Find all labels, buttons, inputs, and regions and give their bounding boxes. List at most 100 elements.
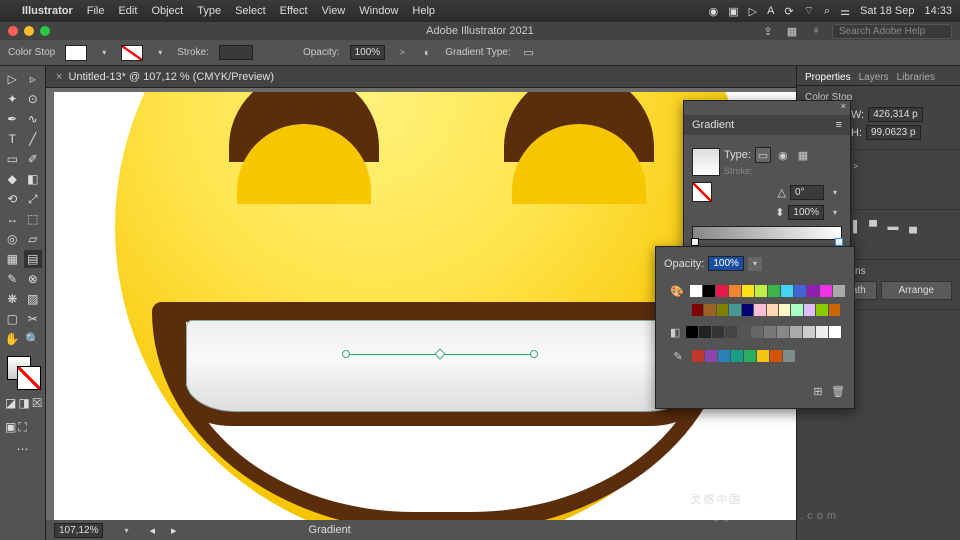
edit-toolbar-button[interactable]: ⋯ [3,440,42,458]
draw-normal-icon[interactable]: ▣ [5,418,16,436]
menu-effect[interactable]: Effect [280,5,308,17]
direct-selection-tool[interactable]: ▹ [24,70,43,88]
stroke-dropdown[interactable]: ▾ [153,46,167,60]
gradient-panel[interactable]: × Gradient≡ Type: ▭ ◉ ▦ Stroke: △ 0°▾ ⬍ … [683,100,851,253]
angle-input[interactable]: 0° [790,185,824,200]
shape-builder-tool[interactable]: ◎ [3,230,22,248]
swatch-opacity-input[interactable]: 100% [708,256,744,271]
opacity-dropdown[interactable]: > [395,46,409,60]
close-tab-icon[interactable]: × [56,71,62,83]
w-value[interactable]: 426,314 p [868,107,923,122]
tab-libraries[interactable]: Libraries [897,72,935,83]
mesh-tool[interactable]: ▦ [3,250,22,268]
zoom-window-button[interactable] [40,26,50,36]
sync-icon[interactable]: ⟳ [784,5,793,18]
line-tool[interactable]: ╱ [24,130,43,148]
curvature-tool[interactable]: ∿ [24,110,43,128]
panel-menu-icon[interactable]: ≡ [836,119,842,131]
screen-icon[interactable]: ▣ [728,5,738,18]
rotate-tool[interactable]: ⟲ [3,190,22,208]
freeform-type-icon[interactable]: ▦ [795,147,811,163]
shaper-tool[interactable]: ◆ [3,170,22,188]
share-icon[interactable]: ⇪ [760,23,776,39]
gradient-preview-swatch[interactable] [692,148,720,176]
record-icon[interactable]: ◉ [709,5,719,18]
fill-stroke-control[interactable] [3,354,42,390]
width-tool[interactable]: ↔ [3,210,22,228]
type-tool[interactable]: T [3,130,22,148]
linear-type-icon[interactable]: ▭ [755,147,771,163]
menu-edit[interactable]: Edit [118,5,137,17]
eraser-tool[interactable]: ◧ [24,170,43,188]
opacity-input[interactable]: 100% [350,45,386,60]
help-search-input[interactable]: Search Adobe Help [832,24,952,39]
app-name[interactable]: Illustrator [22,5,73,17]
align-top-icon[interactable]: ▀ [865,219,881,235]
color-palette-icon[interactable]: 🎨 [670,283,684,299]
menu-type[interactable]: Type [197,5,221,17]
screen-mode-icon[interactable]: ⛶ [18,418,26,436]
swatch-opacity-dropdown[interactable]: ▾ [748,257,762,271]
artboard-tool[interactable]: ▢ [3,310,22,328]
control-center-icon[interactable]: ⚌ [840,5,850,18]
gradient-tool[interactable]: ▤ [24,250,43,268]
gradient-slider[interactable] [692,226,842,240]
emoji-teeth-selected[interactable] [186,320,696,412]
slice-tool[interactable]: ✂ [24,310,43,328]
close-panel-icon[interactable]: × [841,101,846,115]
align-vcenter-icon[interactable]: ▬ [885,219,901,235]
stroke-weight-input[interactable] [219,45,253,60]
eyedropper-tool[interactable]: ✎ [3,270,22,288]
gradient-mode-icon[interactable]: ◨ [18,394,29,412]
pen-tool[interactable]: ✒ [3,110,22,128]
stroke-swatch[interactable] [121,45,143,61]
menubar-date[interactable]: Sat 18 Sep [860,5,914,17]
arrange-docs-icon[interactable]: ▦ [784,23,800,39]
document-tab[interactable]: × Untitled-13* @ 107,12 % (CMYK/Preview) [46,66,796,88]
play-icon[interactable]: ▷ [749,5,757,18]
stroke-color-box[interactable] [17,366,41,390]
tab-properties[interactable]: Properties [805,72,851,83]
zoom-dropdown[interactable]: ▾ [119,523,133,537]
delete-swatch-icon[interactable]: 🗑 [830,383,846,399]
radial-type-icon[interactable]: ◉ [775,147,791,163]
fill-swatch[interactable] [65,45,87,61]
linear-gradient-icon[interactable]: ▭ [521,45,537,61]
tab-layers[interactable]: Layers [859,72,889,83]
fill-dropdown[interactable]: ▾ [97,46,111,60]
zoom-level-input[interactable]: 107,12% [54,523,103,538]
rectangle-tool[interactable]: ▭ [3,150,22,168]
gradient-end-handle[interactable] [530,350,538,358]
gradient-stop-start[interactable] [691,238,699,246]
new-swatch-icon[interactable]: ⊞ [810,383,826,399]
swatch-picker-panel[interactable]: Opacity: 100% ▾ 🎨 ◧ ✎ [655,246,855,409]
h-value[interactable]: 99,0623 p [866,125,921,140]
aspect-input[interactable]: 100% [788,205,824,220]
gradient-start-handle[interactable] [342,350,350,358]
menubar-time[interactable]: 14:33 [924,5,952,17]
free-transform-tool[interactable]: ⬚ [24,210,43,228]
perspective-tool[interactable]: ▱ [24,230,43,248]
search-icon[interactable]: ⌕ [824,5,830,18]
a-icon[interactable]: A [767,5,774,17]
close-window-button[interactable] [8,26,18,36]
grayscale-icon[interactable]: ◧ [670,324,680,340]
swatch[interactable] [690,285,702,297]
menu-file[interactable]: File [87,5,105,17]
menu-object[interactable]: Object [151,5,183,17]
menu-view[interactable]: View [322,5,346,17]
wifi-icon[interactable]: ⌔ [804,4,814,18]
menu-help[interactable]: Help [412,5,435,17]
menu-window[interactable]: Window [359,5,398,17]
magic-wand-tool[interactable]: ✦ [3,90,22,108]
gradient-icon[interactable]: ◐ [419,45,435,61]
gradient-stroke-swatch[interactable] [692,182,712,202]
lasso-tool[interactable]: ⊙ [24,90,43,108]
color-mode-icon[interactable]: ◪ [5,394,16,412]
blend-tool[interactable]: ⊗ [24,270,43,288]
bulb-icon[interactable]: ♀ [808,23,824,39]
arrange-button[interactable]: Arrange [881,281,953,300]
zoom-tool[interactable]: 🔍 [24,330,43,348]
scale-tool[interactable]: ⤢ [24,190,43,208]
eyedropper-swatch-icon[interactable]: ✎ [670,348,686,364]
